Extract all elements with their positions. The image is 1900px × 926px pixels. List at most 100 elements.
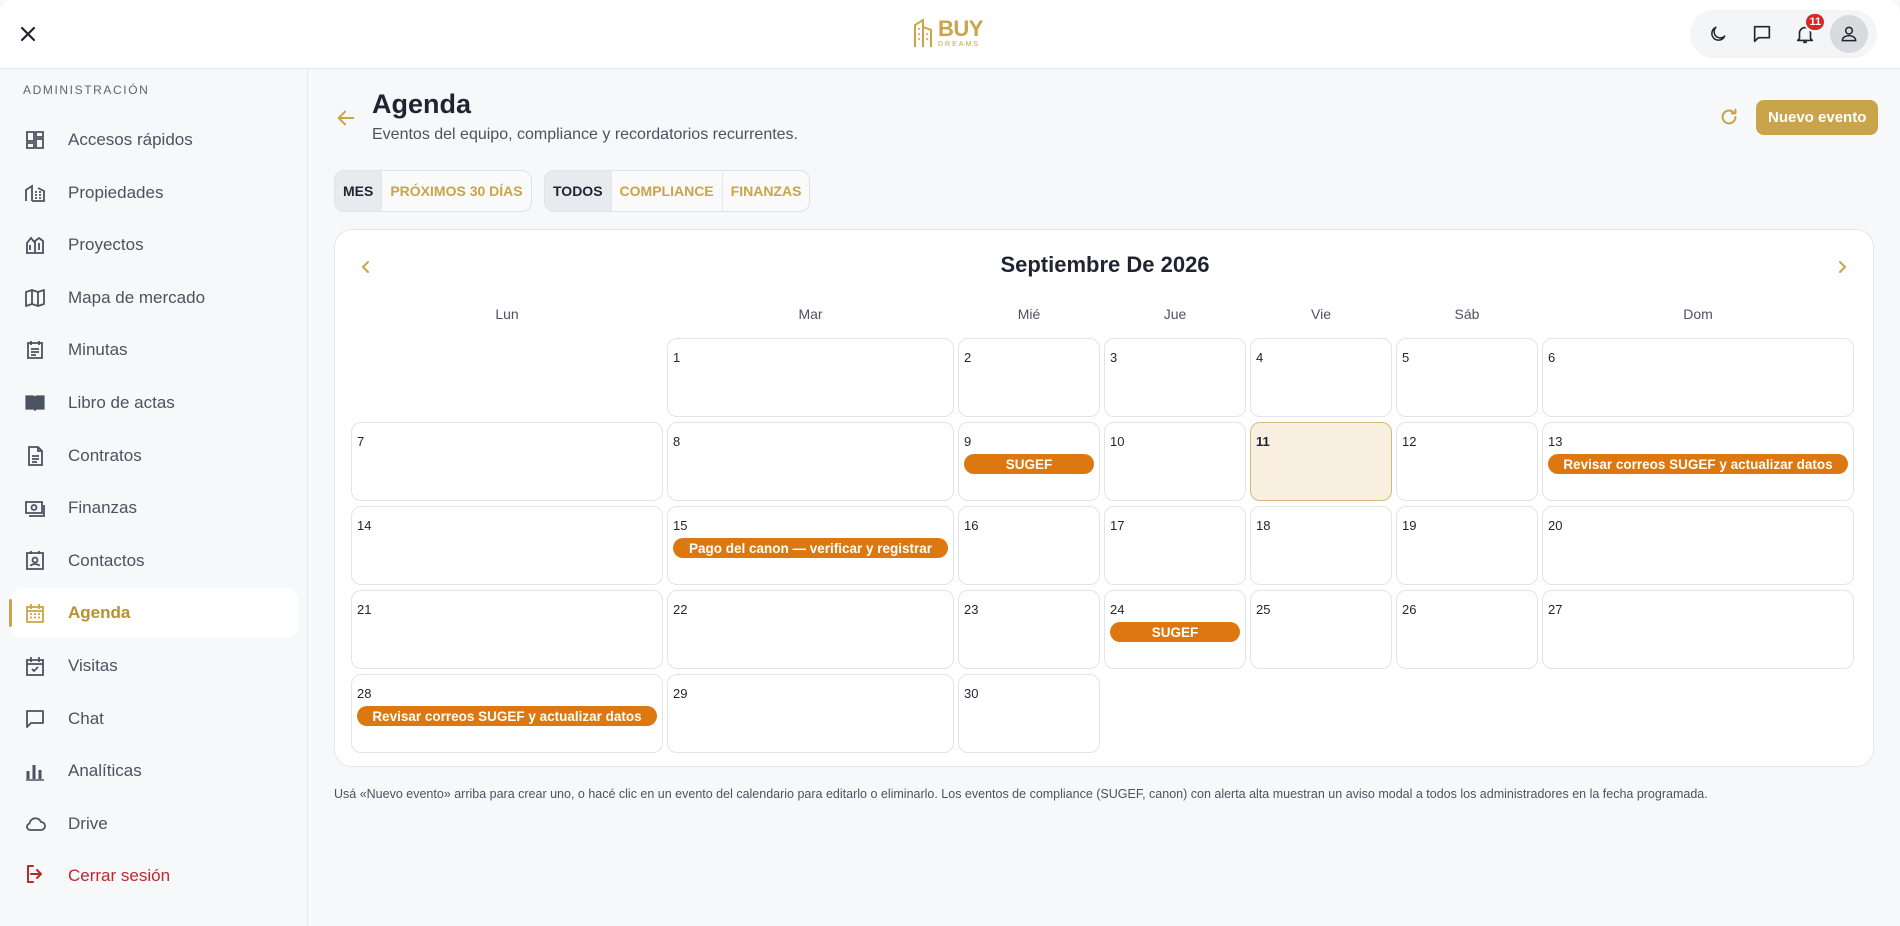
user-icon <box>1841 26 1857 42</box>
day-number: 5 <box>1402 350 1410 365</box>
buildings-icon <box>23 181 47 205</box>
calendar-day-cell[interactable]: 26 <box>1396 590 1538 669</box>
sidebar-item-contratos[interactable]: Contratos <box>10 431 298 481</box>
page-title: Agenda <box>372 89 472 119</box>
sidebar-item-label: Contratos <box>68 445 142 465</box>
sidebar-item-proyectos[interactable]: Proyectos <box>10 220 298 270</box>
calendar-day-cell[interactable]: 14 <box>351 506 663 585</box>
day-number: 16 <box>964 518 979 533</box>
calendar-day-cell[interactable]: 3 <box>1104 338 1246 417</box>
category-filter-tabs: TODOS COMPLIANCE FINANZAS <box>544 170 811 212</box>
logout-button[interactable]: Cerrar sesión <box>10 854 298 898</box>
calendar-day-cell[interactable]: 2 <box>958 338 1100 417</box>
logo-wordmark: BUY <box>938 16 983 41</box>
calendar-month-title: Septiembre De 2026 <box>1000 252 1210 277</box>
calendar-day-cell[interactable]: 8 <box>667 422 954 501</box>
calendar-event-chip[interactable]: Revisar correos SUGEF y actualizar datos <box>357 706 657 726</box>
filter-todos[interactable]: TODOS <box>545 171 612 211</box>
calendar-day-cell[interactable]: 9 SUGEF <box>958 422 1100 501</box>
logout-icon <box>23 862 47 891</box>
calendar-day-cell[interactable]: 1 <box>667 338 954 417</box>
calendar-day-cell[interactable]: 20 <box>1542 506 1854 585</box>
day-number: 15 <box>673 518 688 533</box>
calendar-day-cell[interactable]: 4 <box>1250 338 1392 417</box>
back-button[interactable] <box>332 104 360 132</box>
calendar-event-chip[interactable]: SUGEF <box>964 454 1094 474</box>
calendar-day-cell[interactable]: 12 <box>1396 422 1538 501</box>
calendar-day-cell[interactable]: 7 <box>351 422 663 501</box>
calendar-day-cell[interactable]: 22 <box>667 590 954 669</box>
sidebar-item-analiticas[interactable]: Analíticas <box>10 746 298 796</box>
sidebar-item-agenda[interactable]: Agenda <box>9 588 298 639</box>
day-number: 19 <box>1402 518 1417 533</box>
logout-label: Cerrar sesión <box>68 866 171 885</box>
sidebar-item-chat[interactable]: Chat <box>10 694 298 744</box>
sidebar-item-libro-de-actas[interactable]: Libro de actas <box>10 378 298 428</box>
calendar-day-cell[interactable]: 18 <box>1250 506 1392 585</box>
refresh-button[interactable] <box>1715 103 1743 131</box>
calendar-day-cell[interactable]: 28 Revisar correos SUGEF y actualizar dat… <box>351 674 663 753</box>
calendar-day-cell[interactable]: 24 SUGEF <box>1104 590 1246 669</box>
calendar-day-cell[interactable]: 16 <box>958 506 1100 585</box>
sidebar-item-label: Proyectos <box>68 235 144 255</box>
chat-bubble-icon <box>23 707 47 731</box>
day-number: 28 <box>357 686 372 701</box>
sidebar-item-drive[interactable]: Drive <box>10 799 298 849</box>
calendar-day-cell-today[interactable]: 11 <box>1250 422 1392 501</box>
sidebar-item-accesos-rapidos[interactable]: Accesos rápidos <box>10 115 298 165</box>
tab-proximos-30-dias[interactable]: PRÓXIMOS 30 DÍAS <box>382 171 530 211</box>
calendar-day-cell[interactable]: 17 <box>1104 506 1246 585</box>
day-number: 20 <box>1548 518 1563 533</box>
calendar-day-cell[interactable]: 6 <box>1542 338 1854 417</box>
calendar-day-cell[interactable]: 30 <box>958 674 1100 753</box>
calendar-event-chip[interactable]: Revisar correos SUGEF y actualizar datos <box>1548 454 1848 474</box>
calendar-day-cell[interactable]: 23 <box>958 590 1100 669</box>
calendar-day-cell[interactable]: 25 <box>1250 590 1392 669</box>
theme-toggle-button[interactable] <box>1699 15 1737 53</box>
filter-finanzas[interactable]: FINANZAS <box>723 171 810 211</box>
sidebar-item-contactos[interactable]: Contactos <box>10 536 298 586</box>
sidebar-item-visitas[interactable]: Visitas <box>10 641 298 691</box>
next-month-button[interactable] <box>1827 252 1857 282</box>
notifications-button[interactable]: 11 <box>1786 12 1827 53</box>
day-number: 10 <box>1110 434 1125 449</box>
calendar-day-cell[interactable]: 19 <box>1396 506 1538 585</box>
calendar-day-cell[interactable]: 15 Pago del canon — verificar y registrar <box>667 506 954 585</box>
book-icon <box>23 391 47 415</box>
new-event-button[interactable]: Nuevo evento <box>1756 100 1879 135</box>
day-number: 1 <box>673 350 681 365</box>
sidebar-item-finanzas[interactable]: Finanzas <box>10 483 298 533</box>
calendar-event-chip[interactable]: Pago del canon — verificar y registrar <box>673 538 948 558</box>
day-number: 21 <box>357 602 372 617</box>
logo-tagline: DREAMS <box>938 41 980 48</box>
weekday-header: Lun <box>495 306 519 322</box>
filter-compliance[interactable]: COMPLIANCE <box>612 171 723 211</box>
calendar-event-chip[interactable]: SUGEF <box>1110 622 1240 642</box>
sidebar-item-label: Libro de actas <box>68 392 175 412</box>
calendar-day-cell[interactable]: 5 <box>1396 338 1538 417</box>
user-avatar-button[interactable] <box>1830 15 1869 53</box>
close-button[interactable] <box>12 18 44 50</box>
sidebar-item-label: Visitas <box>68 655 118 675</box>
view-mode-tabs: MES PRÓXIMOS 30 DÍAS <box>334 170 532 212</box>
top-actions-group: 11 <box>1690 10 1877 58</box>
calendar-day-cell[interactable]: 29 <box>667 674 954 753</box>
calendar-day-cell[interactable]: 21 <box>351 590 663 669</box>
weekday-header: Sáb <box>1454 306 1480 322</box>
calendar-day-cell[interactable]: 10 <box>1104 422 1246 501</box>
sidebar-item-label: Contactos <box>68 550 145 570</box>
refresh-icon <box>1721 108 1737 125</box>
bar-chart-icon <box>23 759 47 783</box>
chat-icon <box>1753 25 1770 43</box>
calendar-day-cell[interactable]: 27 <box>1542 590 1854 669</box>
messages-button[interactable] <box>1743 15 1781 53</box>
sidebar-item-mapa-de-mercado[interactable]: Mapa de mercado <box>10 273 298 323</box>
day-number: 2 <box>964 350 972 365</box>
calendar-day-cell[interactable]: 13 Revisar correos SUGEF y actualizar dat… <box>1542 422 1854 501</box>
project-building-icon <box>23 233 47 257</box>
sidebar-item-minutas[interactable]: Minutas <box>10 325 298 375</box>
day-number: 3 <box>1110 350 1118 365</box>
tab-mes[interactable]: MES <box>335 171 383 211</box>
sidebar-item-propiedades[interactable]: Propiedades <box>10 168 298 218</box>
day-number: 6 <box>1548 350 1556 365</box>
